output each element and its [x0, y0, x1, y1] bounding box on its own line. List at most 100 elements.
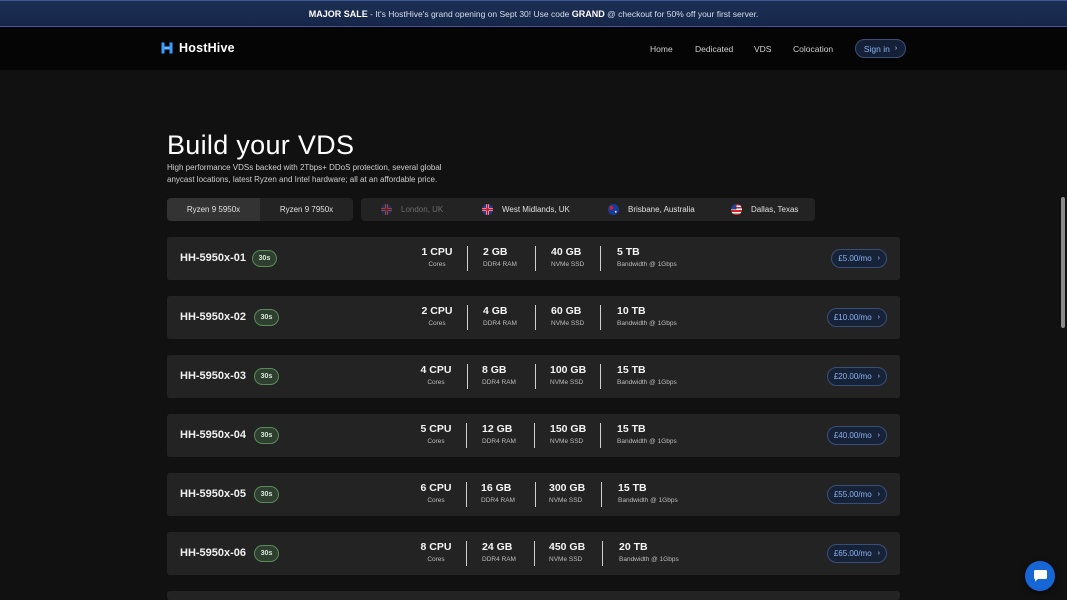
us-flag-icon — [731, 204, 742, 215]
divider — [535, 364, 536, 389]
divider — [601, 482, 602, 507]
price-button[interactable]: £10.00/mo › — [826, 308, 887, 327]
divider — [602, 541, 603, 566]
plan-cpu: 6 CPU Cores — [420, 482, 452, 504]
chevron-right-icon: › — [877, 255, 880, 262]
nav-link-dedicated[interactable]: Dedicated — [695, 44, 733, 54]
divider — [534, 541, 535, 566]
location-option-brisbane[interactable]: Brisbane, Australia — [608, 198, 695, 221]
deploy-time-badge: 30s — [252, 250, 277, 267]
divider — [535, 482, 536, 507]
plan-name: HH-5950x-05 — [180, 488, 247, 500]
cpu-option-ryzen-7950x[interactable]: Ryzen 9 7950x — [260, 198, 353, 221]
divider — [534, 423, 535, 448]
divider — [535, 246, 536, 271]
price-button[interactable]: £65.00/mo › — [826, 544, 887, 563]
plan-ram: 2 GB DDR4 RAM — [483, 246, 517, 268]
plan-bandwidth: 15 TB Bandwidth @ 1Gbps — [617, 423, 677, 445]
price-button[interactable]: £20.00/mo › — [826, 367, 887, 386]
plan-ssd: 300 GB NVMe SSD — [549, 482, 586, 504]
cpu-option-ryzen-5950x[interactable]: Ryzen 9 5950x — [167, 198, 260, 221]
promo-banner: MAJOR SALE - It's HostHive's grand openi… — [0, 0, 1067, 27]
plan-cpu: 8 CPU Cores — [420, 541, 452, 563]
plan-ssd: 150 GB NVMe SSD — [550, 423, 587, 445]
plan-row[interactable]: HH-5950x-06 30s 8 CPU Cores 24 GB DDR4 RAM… — [167, 532, 900, 575]
australia-flag-icon — [608, 204, 619, 215]
plan-ram: 12 GB DDR4 RAM — [482, 423, 516, 445]
location-option-dallas[interactable]: Dallas, Texas — [731, 198, 798, 221]
plan-row[interactable]: HH-5950x-01 30s 1 CPU Cores 2 GB DDR4 RAM … — [167, 237, 900, 280]
divider — [466, 423, 467, 448]
chevron-right-icon: › — [877, 432, 880, 439]
sign-in-button[interactable]: Sign in › — [855, 39, 906, 58]
plan-row[interactable]: HH-5950x-03 30s 4 CPU Cores 8 GB DDR4 RAM … — [167, 355, 900, 398]
promo-text-start: - It's HostHive's grand opening on Sept … — [367, 8, 572, 19]
nav-link-vds[interactable]: VDS — [754, 44, 771, 54]
location-option-london[interactable]: London, UK — [381, 198, 443, 221]
chevron-right-icon: › — [877, 491, 880, 498]
brand-logo[interactable]: HostHive — [161, 41, 235, 55]
promo-code: GRAND — [571, 8, 605, 19]
divider — [600, 423, 601, 448]
plan-cpu: 2 CPU Cores — [421, 305, 453, 327]
page-subtitle: High performance VDSs backed with 2Tbps+… — [167, 163, 442, 184]
top-nav: HostHive Home Dedicated VDS Colocation S… — [0, 27, 1067, 70]
plan-bandwidth: 20 TB Bandwidth @ 1Gbps — [619, 541, 679, 563]
plan-name: HH-5950x-03 — [180, 370, 247, 382]
plan-row-partial[interactable] — [167, 591, 900, 600]
divider — [466, 482, 467, 507]
divider — [600, 305, 601, 330]
chat-bubble-icon — [1033, 570, 1047, 582]
plan-row[interactable]: HH-5950x-02 30s 2 CPU Cores 4 GB DDR4 RAM … — [167, 296, 900, 339]
plan-name: HH-5950x-02 — [180, 311, 247, 323]
price-button[interactable]: £55.00/mo › — [826, 485, 887, 504]
uk-flag-icon — [381, 204, 392, 215]
brand-name: HostHive — [179, 41, 235, 55]
plan-bandwidth: 5 TB Bandwidth @ 1Gbps — [617, 246, 677, 268]
divider — [467, 246, 468, 271]
deploy-time-badge: 30s — [254, 545, 279, 562]
plan-cpu: 5 CPU Cores — [420, 423, 452, 445]
plan-cpu: 1 CPU Cores — [421, 246, 453, 268]
divider — [535, 305, 536, 330]
plan-cpu: 4 CPU Cores — [420, 364, 452, 386]
chat-widget-button[interactable] — [1025, 561, 1055, 591]
plan-name: HH-5950x-01 — [180, 252, 247, 264]
divider — [467, 364, 468, 389]
plan-ram: 24 GB DDR4 RAM — [482, 541, 516, 563]
divider — [600, 364, 601, 389]
page-scrollbar-thumb[interactable] — [1061, 197, 1065, 328]
sign-in-label: Sign in — [863, 43, 890, 54]
divider — [467, 305, 468, 330]
hive-logo-icon — [161, 42, 173, 54]
cpu-selector: Ryzen 9 5950x Ryzen 9 7950x — [167, 198, 353, 221]
plan-ram: 16 GB DDR4 RAM — [481, 482, 515, 504]
page-title: Build your VDS — [167, 130, 355, 160]
plan-row[interactable]: HH-5950x-04 30s 5 CPU Cores 12 GB DDR4 RAM… — [167, 414, 900, 457]
chevron-right-icon: › — [894, 45, 898, 52]
nav-link-colocation[interactable]: Colocation — [793, 44, 833, 54]
plan-ram: 4 GB DDR4 RAM — [483, 305, 517, 327]
plan-row[interactable]: HH-5950x-05 30s 6 CPU Cores 16 GB DDR4 RAM… — [167, 473, 900, 516]
plan-bandwidth: 15 TB Bandwidth @ 1Gbps — [617, 364, 677, 386]
plan-bandwidth: 10 TB Bandwidth @ 1Gbps — [617, 305, 677, 327]
plan-name: HH-5950x-04 — [180, 429, 247, 441]
plan-ssd: 40 GB NVMe SSD — [551, 246, 585, 268]
deploy-time-badge: 30s — [254, 368, 279, 385]
plan-ssd: 100 GB NVMe SSD — [550, 364, 587, 386]
promo-label: MAJOR SALE — [308, 8, 368, 19]
promo-text-end: @ checkout for 50% off your first server… — [604, 8, 759, 19]
nav-link-home[interactable]: Home — [650, 44, 673, 54]
price-button[interactable]: £5.00/mo › — [831, 249, 887, 268]
plan-ssd: 60 GB NVMe SSD — [551, 305, 585, 327]
deploy-time-badge: 30s — [254, 486, 279, 503]
plan-name: HH-5950x-06 — [180, 547, 247, 559]
deploy-time-badge: 30s — [254, 427, 279, 444]
location-selector: London, UK West Midlands, UK Brisbane, A… — [361, 198, 815, 221]
plan-ssd: 450 GB NVMe SSD — [549, 541, 586, 563]
uk-flag-icon — [482, 204, 493, 215]
location-option-west-midlands[interactable]: West Midlands, UK — [482, 198, 570, 221]
price-button[interactable]: £40.00/mo › — [826, 426, 887, 445]
plan-ram: 8 GB DDR4 RAM — [482, 364, 516, 386]
chevron-right-icon: › — [877, 314, 880, 321]
